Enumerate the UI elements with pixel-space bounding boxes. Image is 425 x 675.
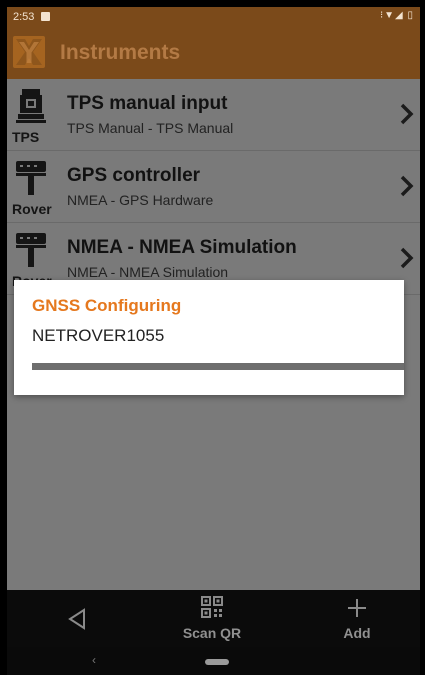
status-icons: ⁝▼◢ ▯ (379, 10, 414, 21)
instrument-subtitle: TPS Manual - TPS Manual (67, 120, 234, 136)
gps-rover-icon (16, 233, 46, 267)
home-pill-icon[interactable] (205, 659, 229, 665)
plus-icon (348, 599, 366, 617)
dialog-title: GNSS Configuring (32, 296, 182, 315)
instrument-title: NMEA - NMEA Simulation (67, 237, 297, 258)
bottom-action-bar: Scan QR Add (7, 590, 420, 647)
status-time: 2:53 (13, 11, 35, 23)
chevron-right-icon (400, 175, 414, 197)
x-logo-icon[interactable] (13, 36, 45, 68)
progress-bar-fill (32, 363, 404, 370)
notification-icon (41, 12, 50, 21)
status-bar: 2:53 ⁝▼◢ ▯ (7, 7, 420, 27)
nav-back-button[interactable]: ‹ (92, 653, 96, 667)
system-navigation-bar: ‹ (7, 647, 420, 675)
app-screen: 2:53 ⁝▼◢ ▯ Instruments TPS TPS manual in… (7, 7, 420, 675)
progress-bar (32, 363, 404, 370)
instrument-item-tps-manual-input[interactable]: TPS TPS manual input TPS Manual - TPS Ma… (7, 79, 420, 151)
back-button[interactable] (57, 590, 97, 647)
instrument-subtitle: NMEA - GPS Hardware (67, 192, 214, 208)
instrument-subtitle: NMEA - NMEA Simulation (67, 264, 229, 280)
instrument-item-gps-controller[interactable]: Rover GPS controller NMEA - GPS Hardware (7, 151, 420, 223)
qr-code-icon (201, 596, 223, 618)
instrument-title: GPS controller (67, 165, 201, 186)
total-station-icon (16, 89, 46, 123)
chevron-right-icon (400, 103, 414, 125)
dialog-message: NETROVER1055 (32, 326, 165, 345)
device-type-label: TPS (12, 129, 40, 145)
app-bar: Instruments (7, 27, 420, 79)
add-button[interactable]: Add (332, 590, 382, 647)
triangle-back-icon (68, 608, 85, 630)
gps-rover-icon (16, 161, 46, 195)
scan-qr-label: Scan QR (182, 625, 242, 641)
page-title: Instruments (60, 41, 181, 64)
scan-qr-button[interactable]: Scan QR (177, 590, 247, 647)
chevron-right-icon (400, 247, 414, 269)
instrument-title: TPS manual input (67, 93, 228, 114)
device-type-label: Rover (12, 201, 52, 217)
add-label: Add (343, 625, 371, 641)
gnss-configuring-dialog: GNSS Configuring NETROVER1055 (14, 280, 404, 395)
